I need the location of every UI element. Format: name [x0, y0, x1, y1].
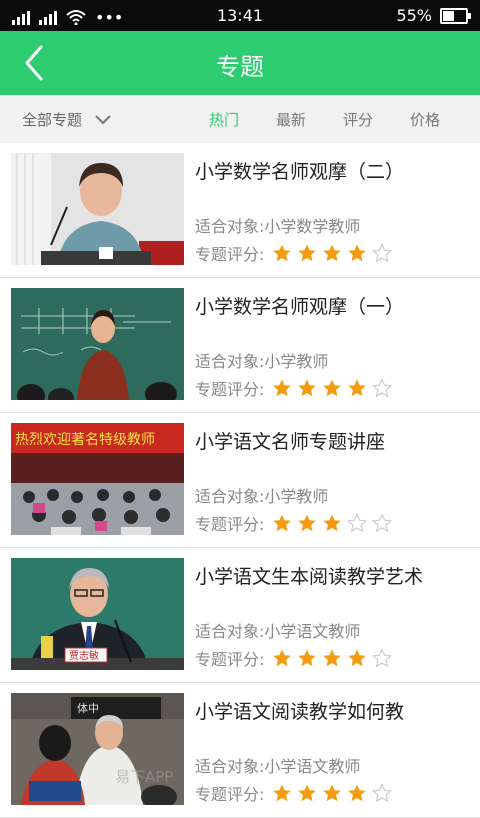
- status-bar: ••• 13:41 55%: [0, 0, 480, 31]
- star-filled-icon: [273, 514, 292, 532]
- title-bar: 专题: [0, 31, 480, 95]
- item-rating: 专题评分:: [195, 646, 393, 670]
- rating-label: 专题评分:: [195, 245, 265, 264]
- item-rating: 专题评分:: [195, 511, 393, 535]
- star-rating: [272, 378, 393, 398]
- star-rating: [272, 243, 393, 263]
- star-filled-icon: [323, 649, 342, 667]
- thumbnail-image: 贾志敏: [11, 558, 184, 670]
- star-filled-icon: [348, 244, 367, 262]
- star-filled-icon: [323, 784, 342, 802]
- star-rating: [272, 513, 393, 533]
- star-filled-icon: [298, 379, 317, 397]
- star-rating: [272, 783, 393, 803]
- star-filled-icon: [323, 379, 342, 397]
- sort-tab-newest[interactable]: 最新: [276, 109, 306, 130]
- item-target-audience: 适合对象:小学数学教师: [195, 217, 361, 236]
- plaque-text: 体中: [77, 701, 99, 715]
- star-filled-icon: [273, 784, 292, 802]
- item-target-audience: 适合对象:小学教师: [195, 487, 329, 506]
- list-item[interactable]: 贾志敏 小学语文生本阅读教学艺术 适合对象:小学语文教师 专题评分:: [0, 548, 480, 683]
- star-empty-icon: [347, 513, 368, 533]
- list-item[interactable]: 小学数学名师观摩（一） 适合对象:小学教师 专题评分:: [0, 278, 480, 413]
- star-filled-icon: [298, 784, 317, 802]
- item-rating: 专题评分:: [195, 376, 393, 400]
- watermark-text: 易下APP: [115, 768, 174, 786]
- star-filled-icon: [348, 649, 367, 667]
- thumbnail-image: [11, 288, 184, 400]
- star-filled-icon: [298, 649, 317, 667]
- item-target-audience: 适合对象:小学语文教师: [195, 757, 361, 776]
- item-title: 小学数学名师观摩（一）: [195, 296, 405, 318]
- star-filled-icon: [348, 379, 367, 397]
- star-filled-icon: [273, 244, 292, 262]
- nameplate-text: 贾志敏: [69, 649, 99, 662]
- rating-label: 专题评分:: [195, 380, 265, 399]
- topic-list: 小学数学名师观摩（二） 适合对象:小学数学教师 专题评分: 小学数学名师观摩（一…: [0, 143, 480, 818]
- banner-text: 热烈欢迎著名特级教师: [15, 432, 155, 448]
- list-item[interactable]: 小学数学名师观摩（二） 适合对象:小学数学教师 专题评分:: [0, 143, 480, 278]
- filter-bar: 全部专题 热门 最新 评分 价格: [0, 95, 480, 143]
- thumbnail-image: 体中: [11, 693, 184, 805]
- star-empty-icon: [372, 648, 393, 668]
- sort-tab-hot[interactable]: 热门: [209, 109, 239, 130]
- star-filled-icon: [273, 649, 292, 667]
- star-filled-icon: [298, 244, 317, 262]
- category-dropdown[interactable]: 全部专题: [22, 109, 112, 130]
- item-title: 小学语文生本阅读教学艺术: [195, 566, 424, 588]
- item-target-audience: 适合对象:小学教师: [195, 352, 329, 371]
- star-filled-icon: [323, 514, 342, 532]
- list-item[interactable]: 体中 小学语文阅读教学如何教 适合对象:小学语文教师 专题评分:: [0, 683, 480, 818]
- item-rating: 专题评分:: [195, 781, 393, 805]
- item-title: 小学数学名师观摩（二）: [195, 161, 405, 183]
- sort-tab-rating[interactable]: 评分: [343, 109, 373, 130]
- star-empty-icon: [372, 243, 393, 263]
- star-filled-icon: [348, 784, 367, 802]
- star-filled-icon: [298, 514, 317, 532]
- category-dropdown-label: 全部专题: [22, 111, 83, 129]
- rating-label: 专题评分:: [195, 650, 265, 669]
- battery-icon: [440, 7, 471, 24]
- star-empty-icon: [372, 513, 393, 533]
- rating-label: 专题评分:: [195, 515, 265, 534]
- thumbnail-image: 热烈欢迎著名特级教师: [11, 423, 184, 535]
- star-empty-icon: [372, 378, 393, 398]
- item-target-audience: 适合对象:小学语文教师: [195, 622, 361, 641]
- item-title: 小学语文阅读教学如何教: [195, 701, 405, 723]
- star-filled-icon: [323, 244, 342, 262]
- star-rating: [272, 648, 393, 668]
- battery-percent: 55%: [396, 6, 432, 25]
- item-rating: 专题评分:: [195, 241, 393, 265]
- star-empty-icon: [372, 783, 393, 803]
- list-item[interactable]: 热烈欢迎著名特级教师 小学语文名师专题讲座 适合对象:小学教师 专题评分:: [0, 413, 480, 548]
- page-title: 专题: [216, 53, 264, 81]
- thumbnail-image: [11, 153, 184, 265]
- sort-tab-price[interactable]: 价格: [410, 109, 440, 130]
- item-title: 小学语文名师专题讲座: [195, 431, 386, 453]
- rating-label: 专题评分:: [195, 785, 265, 804]
- chevron-down-icon: [95, 114, 111, 124]
- star-filled-icon: [273, 379, 292, 397]
